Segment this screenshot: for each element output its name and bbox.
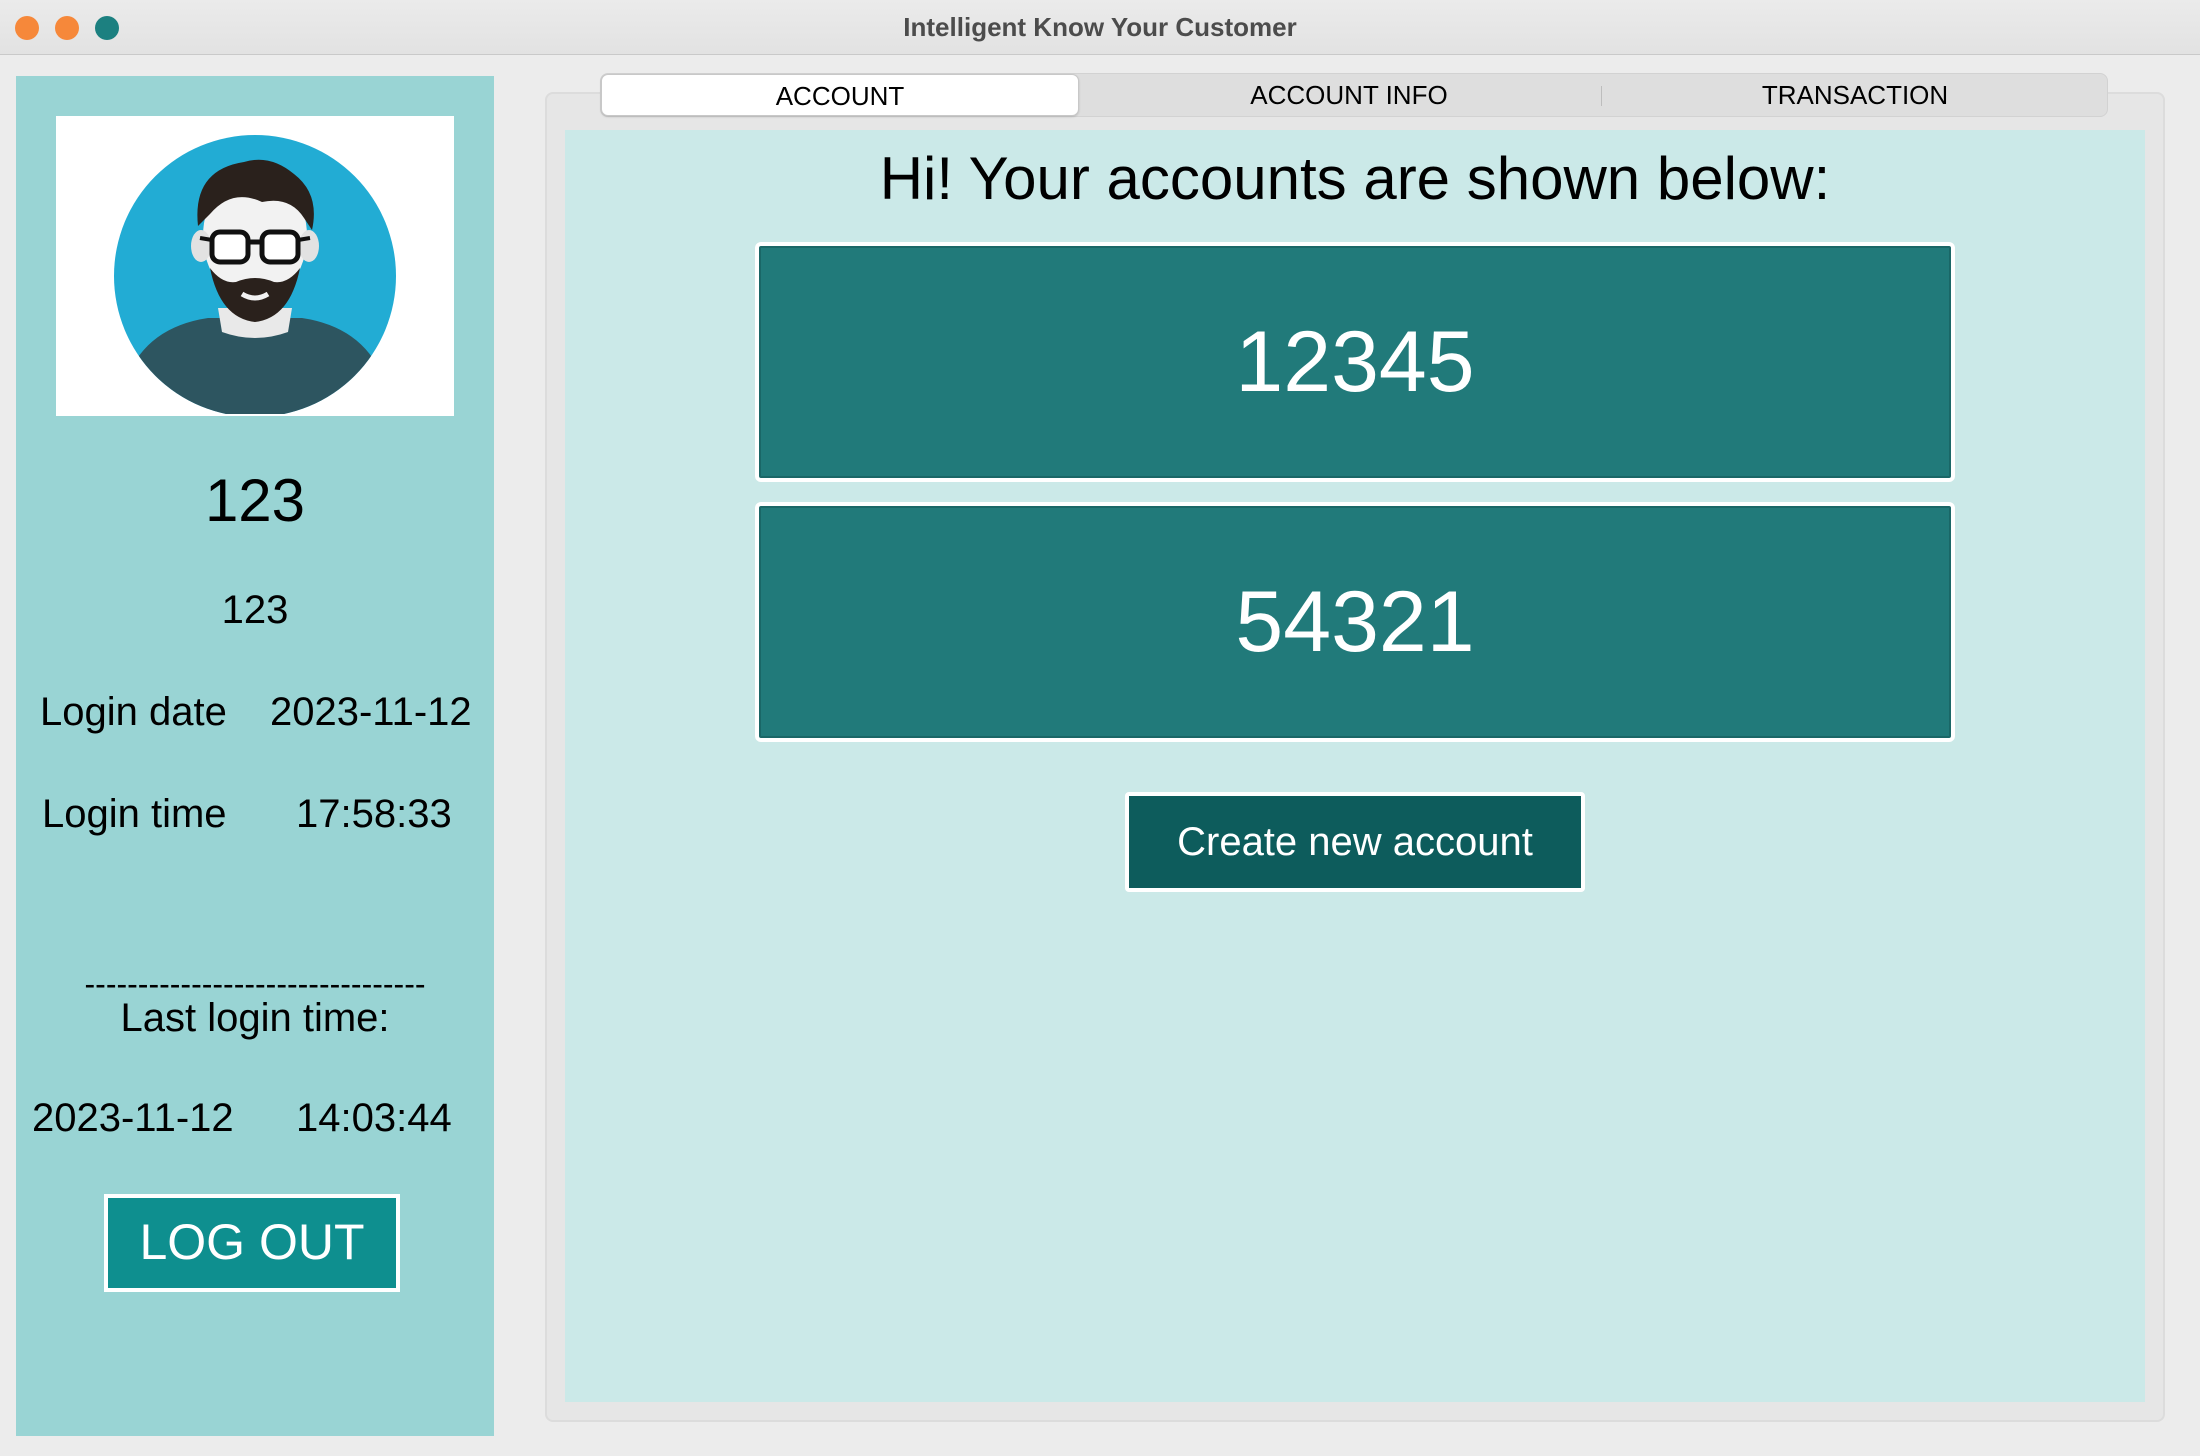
app-window: Intelligent Know Your Customer 123 123 L…	[0, 0, 2200, 1456]
tab-account[interactable]: ACCOUNT	[601, 74, 1079, 116]
title-bar: Intelligent Know Your Customer	[0, 0, 2200, 55]
tab-account-info[interactable]: ACCOUNT INFO	[1079, 74, 1619, 116]
window-title: Intelligent Know Your Customer	[903, 12, 1297, 42]
user-id: 123	[221, 588, 289, 632]
logout-button[interactable]: LOG OUT	[104, 1194, 400, 1292]
create-account-button[interactable]: Create new account	[1125, 792, 1585, 892]
login-date-label: Login date	[40, 690, 227, 734]
account-button[interactable]: 54321	[755, 502, 1955, 742]
login-time-label: Login time	[42, 792, 227, 836]
tab-bar: ACCOUNT ACCOUNT INFO TRANSACTION	[600, 73, 2108, 117]
account-tab-content: Hi! Your accounts are shown below: 12345…	[565, 130, 2145, 1402]
page-title: Hi! Your accounts are shown below:	[879, 145, 1831, 212]
last-login-time: 14:03:44	[296, 1096, 452, 1140]
login-time-value: 17:58:33	[296, 792, 452, 836]
avatar	[56, 116, 454, 416]
user-sidebar: 123 123 Login date 2023-11-12 Login time…	[16, 76, 494, 1436]
tab-transaction[interactable]: TRANSACTION	[1602, 74, 2108, 116]
user-avatar-icon	[58, 118, 452, 414]
last-login-label: Last login time:	[120, 996, 390, 1040]
user-name: 123	[204, 467, 306, 534]
account-button[interactable]: 12345	[755, 242, 1955, 482]
login-date-value: 2023-11-12	[270, 690, 472, 734]
last-login-date: 2023-11-12	[32, 1096, 234, 1140]
